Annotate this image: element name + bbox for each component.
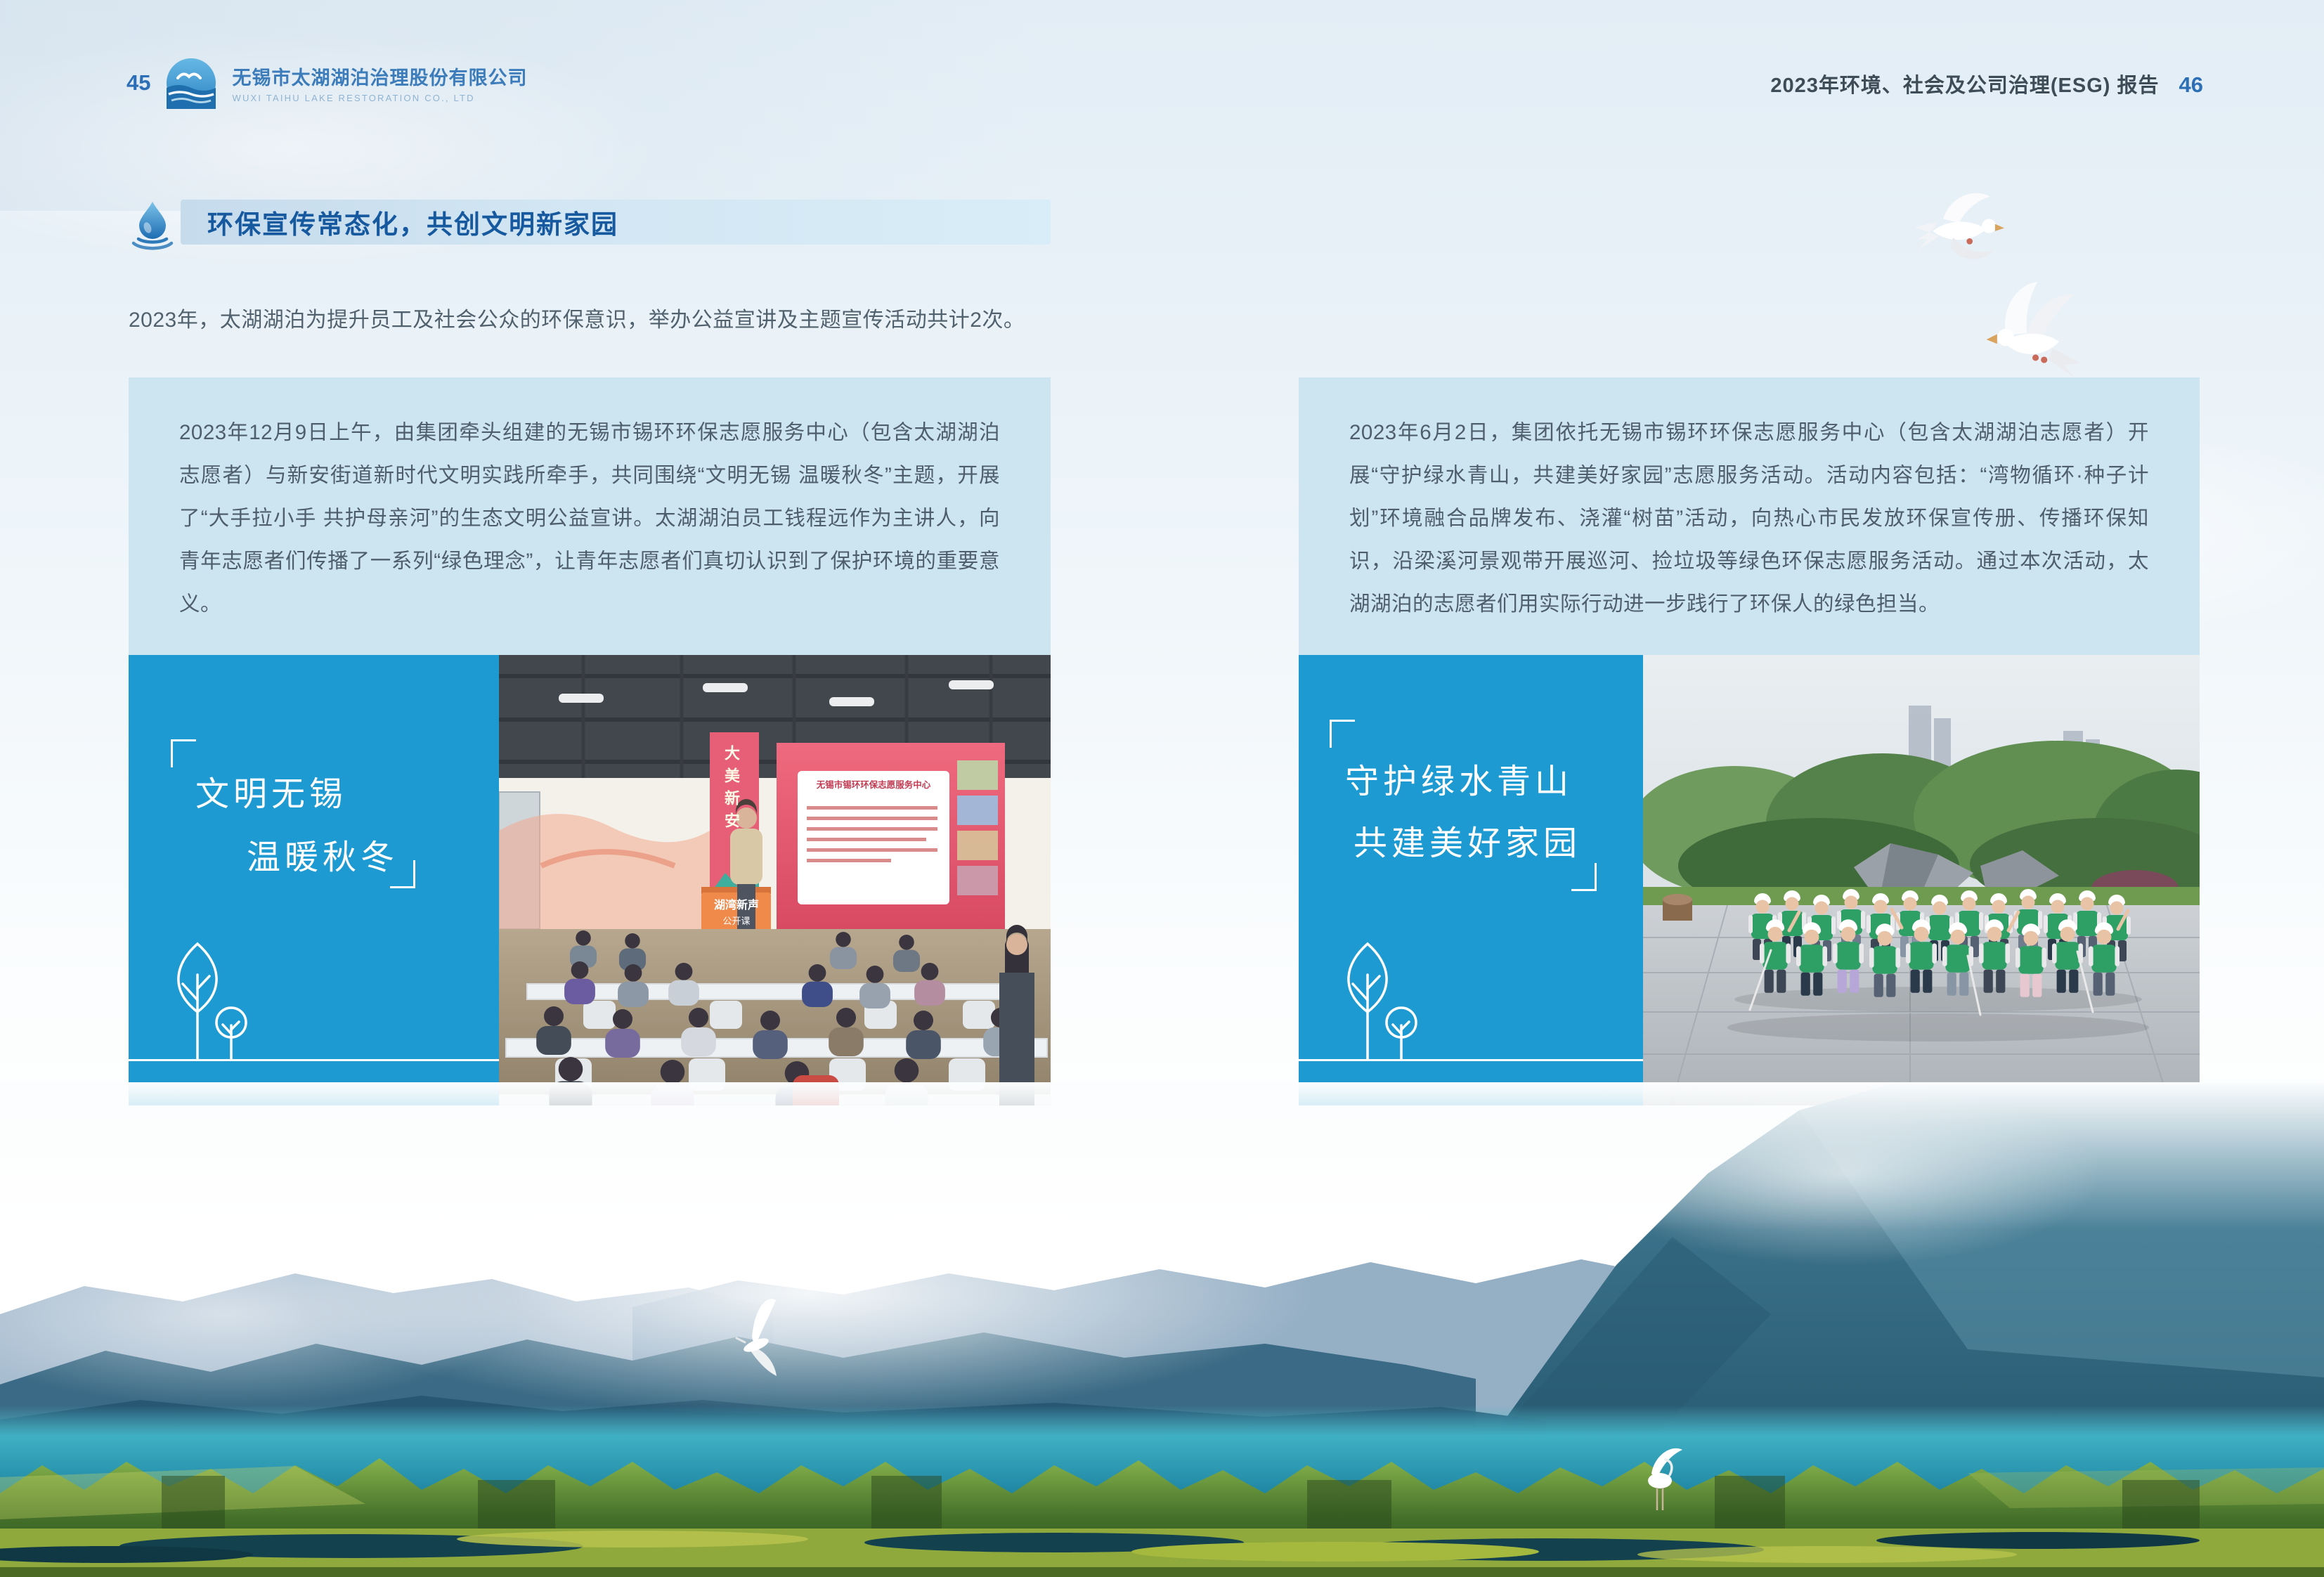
page-number-left: 45: [126, 70, 150, 96]
slogan-line2: 温暖秋冬: [247, 829, 398, 878]
ground-line: [129, 1059, 499, 1061]
screen-title: 无锡市锡环环保志愿服务中心: [801, 777, 946, 791]
group-shadow: [1727, 1013, 2149, 1041]
podium-text-line1: 湖湾新声: [704, 895, 769, 912]
slogan-panel-right: 守护绿水青山 共建美好家园: [1299, 655, 1643, 1105]
dove-icon: [1973, 280, 2091, 387]
page-header-right: 2023年环境、社会及公司治理(ESG) 报告 46: [1770, 69, 2203, 98]
dove-icon: [1910, 188, 2017, 270]
activity-card-left: 2023年12月9日上午，由集团牵头组建的无锡市锡环环保志愿服务中心（包含太湖湖…: [129, 377, 1051, 1105]
group-shadow: [1734, 987, 2142, 1012]
slogan-line2: 共建美好家园: [1353, 815, 1581, 864]
report-title: 2023年环境、社会及公司治理(ESG) 报告: [1770, 69, 2159, 98]
banner-text: 大美新安: [720, 745, 742, 907]
activity-paragraph-right: 2023年6月2日，集团依托无锡市锡环环保志愿服务中心（包含太湖湖泊志愿者）开展…: [1349, 411, 2149, 625]
quote-close-mark: [1571, 863, 1597, 891]
water-drop-icon: [131, 201, 174, 250]
slogan-line1: 文明无锡: [195, 766, 347, 815]
tree-icon: [161, 940, 252, 1060]
company-name-cn: 无锡市太湖湖泊治理股份有限公司: [232, 63, 527, 90]
activity-textbox-right: 2023年6月2日，集团依托无锡市锡环环保志愿服务中心（包含太湖湖泊志愿者）开展…: [1299, 377, 2200, 655]
esg-report-spread: 45 无锡市太湖湖泊治理股份有限公司 WUXI TAIHU LAKE RESTO…: [0, 0, 2324, 1577]
lake-landscape-photo: [0, 1082, 2324, 1577]
quote-close-mark: [390, 860, 415, 888]
quote-open-mark: [171, 739, 196, 767]
landscape-top-fade: [0, 1082, 2324, 1230]
classroom-photo: 大美新安 无锡市锡环环保志愿服务中心 湖湾新声 公开课: [499, 655, 1051, 1105]
podium-text-line2: 公开课: [704, 914, 769, 927]
ground-line: [1299, 1059, 1643, 1061]
activity-textbox-left: 2023年12月9日上午，由集团牵头组建的无锡市锡环环保志愿服务中心（包含太湖湖…: [129, 377, 1051, 655]
company-names: 无锡市太湖湖泊治理股份有限公司 WUXI TAIHU LAKE RESTORAT…: [232, 63, 527, 103]
company-name-en: WUXI TAIHU LAKE RESTORATION CO., LTD: [232, 93, 527, 103]
slogan-line1: 守护绿水青山: [1345, 753, 1573, 803]
marsh: [0, 1529, 2324, 1577]
activity-paragraph-left: 2023年12月9日上午，由集团牵头组建的无锡市锡环环保志愿服务中心（包含太湖湖…: [179, 411, 1000, 625]
tree-icon: [1331, 940, 1422, 1060]
activity-card-right: 2023年6月2日，集团依托无锡市锡环环保志愿服务中心（包含太湖湖泊志愿者）开展…: [1299, 377, 2200, 1105]
section-banner: 环保宣传常态化，共创文明新家园: [181, 200, 1051, 245]
projection-screen: [777, 743, 1005, 929]
stump: [1663, 894, 1692, 921]
park-illustration: [1643, 655, 2200, 1105]
park-volunteers-photo: [1643, 655, 2200, 1105]
page-number-right: 46: [2179, 72, 2203, 98]
section-title: 环保宣传常态化，共创文明新家园: [207, 203, 618, 241]
classroom-illustration: [499, 655, 1051, 1105]
quote-open-mark: [1330, 720, 1355, 748]
page-header-left: 45 无锡市太湖湖泊治理股份有限公司 WUXI TAIHU LAKE RESTO…: [126, 56, 527, 110]
slogan-panel-left: 文明无锡 温暖秋冬: [129, 655, 499, 1105]
section-intro: 2023年，太湖湖泊为提升员工及社会公众的环保意识，举办公益宣讲及主题宣传活动共…: [129, 302, 1675, 333]
company-logo-icon: [164, 56, 218, 110]
